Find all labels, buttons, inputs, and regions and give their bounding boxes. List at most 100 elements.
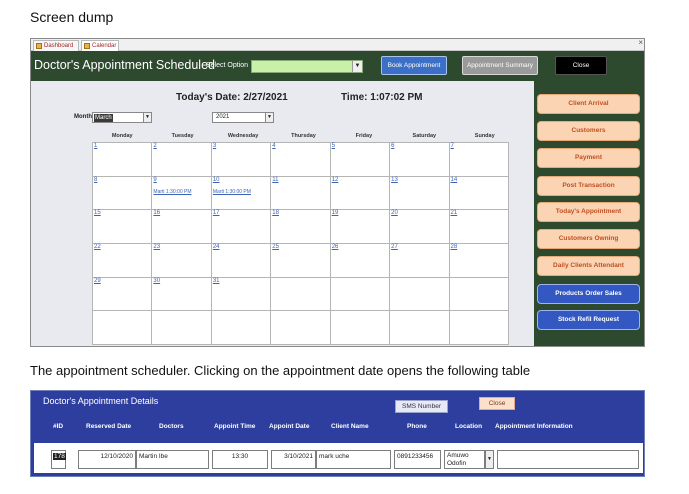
calendar-day-cell[interactable] <box>270 276 331 312</box>
day-number-link[interactable]: 18 <box>272 210 279 216</box>
chevron-down-icon[interactable]: ▼ <box>143 113 151 122</box>
select-option-combo[interactable]: ▼ <box>251 60 363 73</box>
day-number-link[interactable]: 1 <box>94 143 97 149</box>
side-menu-button-stock-refil-request[interactable]: Stock Refil Request <box>537 310 640 330</box>
calendar-day-cell[interactable]: 22 <box>92 243 153 278</box>
day-number-link[interactable]: 13 <box>391 177 398 183</box>
calendar-day-cell[interactable] <box>210 310 272 346</box>
calendar-day-cell[interactable] <box>448 276 509 312</box>
day-number-link[interactable]: 19 <box>332 210 339 216</box>
side-menu-button-post-transaction[interactable]: Post Transaction <box>537 176 640 196</box>
calendar-day-cell[interactable]: 23 <box>151 243 212 278</box>
appointment-link[interactable]: Marti 1:30:00 PM <box>213 189 251 195</box>
side-menu-button-client-arrival[interactable]: Client Arrival <box>537 94 640 114</box>
calendar-day-cell[interactable] <box>151 310 212 346</box>
day-number-link[interactable]: 11 <box>272 177 278 183</box>
appointment-summary-button[interactable]: Appointment Summary <box>462 56 538 75</box>
calendar-day-cell[interactable] <box>92 310 153 346</box>
calendar-day-cell[interactable]: 5 <box>329 142 391 177</box>
calendar-day-cell[interactable] <box>329 276 391 312</box>
day-number-link[interactable]: 12 <box>332 177 339 183</box>
calendar-day-cell[interactable] <box>448 310 509 346</box>
calendar-day-cell[interactable]: 9 Marti 1:30:00 PM <box>151 175 212 211</box>
appoint-date-field[interactable]: 3/10/2021 <box>271 450 316 469</box>
calendar-day-cell[interactable]: 15 <box>92 209 153 245</box>
calendar-day-cell[interactable]: 7 <box>448 142 509 177</box>
sms-number-button[interactable]: SMS Number <box>395 400 448 413</box>
calendar-day-cell[interactable]: 26 <box>329 243 391 278</box>
day-number-link[interactable]: 15 <box>94 210 101 216</box>
calendar-day-cell[interactable]: 13 <box>389 175 450 211</box>
day-number-link[interactable]: 9 <box>153 177 156 183</box>
calendar-day-cell[interactable]: 2 <box>151 142 212 177</box>
close-icon[interactable]: × <box>638 39 643 47</box>
calendar-day-cell[interactable]: 25 <box>270 243 331 278</box>
day-number-link[interactable]: 29 <box>94 278 101 284</box>
appointment-link[interactable]: Marti 1:30:00 PM <box>153 189 191 195</box>
day-number-link[interactable]: 6 <box>391 143 394 149</box>
calendar-day-cell[interactable]: 24 <box>210 243 272 278</box>
day-number-link[interactable]: 7 <box>451 143 454 149</box>
day-number-link[interactable]: 2 <box>153 143 156 149</box>
phone-field[interactable]: 0891233456 <box>394 450 441 469</box>
calendar-day-cell[interactable]: 21 <box>448 209 509 245</box>
calendar-day-cell[interactable]: 20 <box>389 209 450 245</box>
day-number-link[interactable]: 28 <box>451 244 458 250</box>
calendar-day-cell[interactable]: 29 <box>92 276 153 312</box>
side-menu-button-payment[interactable]: Payment <box>537 148 640 168</box>
calendar-day-cell[interactable]: 19 <box>329 209 391 245</box>
day-number-link[interactable]: 24 <box>213 244 220 250</box>
tab-calendar[interactable]: Calendar <box>81 40 119 51</box>
client-name-field[interactable]: mark uche <box>316 450 391 469</box>
calendar-day-cell[interactable]: 6 <box>389 142 450 177</box>
chevron-down-icon[interactable]: ▼ <box>485 450 494 469</box>
day-number-link[interactable]: 10 <box>213 177 220 183</box>
close-button[interactable]: Close <box>555 56 607 75</box>
day-number-link[interactable]: 30 <box>153 278 160 284</box>
calendar-day-cell[interactable]: 4 <box>270 142 331 177</box>
side-menu-button-customers[interactable]: Customers <box>537 121 640 141</box>
calendar-day-cell[interactable] <box>329 310 391 346</box>
day-number-link[interactable]: 20 <box>391 210 398 216</box>
day-number-link[interactable]: 4 <box>272 143 275 149</box>
calendar-day-cell[interactable]: 18 <box>270 209 331 245</box>
calendar-day-cell[interactable]: 3 <box>210 142 272 177</box>
tab-dashboard[interactable]: Dashboard <box>33 40 79 51</box>
calendar-day-cell[interactable]: 14 <box>448 175 509 211</box>
day-number-link[interactable]: 21 <box>451 210 458 216</box>
side-menu-button-today-s-appointment[interactable]: Today's Appointment <box>537 202 640 222</box>
day-number-link[interactable]: 27 <box>391 244 398 250</box>
side-menu-button-products-order-sales[interactable]: Products Order Sales <box>537 284 640 304</box>
day-number-link[interactable]: 3 <box>213 143 216 149</box>
day-number-link[interactable]: 8 <box>94 177 97 183</box>
calendar-day-cell[interactable]: 1 <box>92 142 153 177</box>
calendar-day-cell[interactable] <box>270 310 331 346</box>
calendar-day-cell[interactable]: 30 <box>151 276 212 312</box>
day-number-link[interactable]: 26 <box>332 244 339 250</box>
day-number-link[interactable]: 17 <box>213 210 220 216</box>
calendar-day-cell[interactable]: 11 <box>270 175 331 211</box>
day-number-link[interactable]: 5 <box>332 143 335 149</box>
calendar-day-cell[interactable]: 10 Marti 1:30:00 PM <box>210 175 272 211</box>
side-menu-button-customers-owning[interactable]: Customers Owning <box>537 229 640 249</box>
calendar-day-cell[interactable]: 16 <box>151 209 212 245</box>
day-number-link[interactable]: 16 <box>153 210 160 216</box>
calendar-day-cell[interactable]: 28 <box>448 243 509 278</box>
book-appointment-button[interactable]: Book Appointment <box>381 56 447 75</box>
calendar-day-cell[interactable]: 31 <box>210 276 272 312</box>
id-field[interactable]: 178 <box>51 450 66 469</box>
calendar-day-cell[interactable]: 12 <box>329 175 391 211</box>
calendar-day-cell[interactable]: 17 <box>210 209 272 245</box>
day-number-link[interactable]: 25 <box>272 244 279 250</box>
calendar-day-cell[interactable] <box>389 310 450 346</box>
calendar-day-cell[interactable] <box>389 276 450 312</box>
year-select[interactable]: 2021 ▼ <box>212 112 274 123</box>
side-menu-button-daily-clients-attendant[interactable]: Daily Clients Attendant <box>537 256 640 276</box>
doctor-field[interactable]: Martin Ibe <box>136 450 209 469</box>
close-button[interactable]: Close <box>479 397 515 410</box>
chevron-down-icon[interactable]: ▼ <box>265 113 273 122</box>
calendar-day-cell[interactable]: 27 <box>389 243 450 278</box>
calendar-day-cell[interactable]: 8 <box>92 175 153 211</box>
month-select[interactable]: March ▼ <box>92 112 152 123</box>
appoint-time-field[interactable]: 13:30 <box>212 450 268 469</box>
